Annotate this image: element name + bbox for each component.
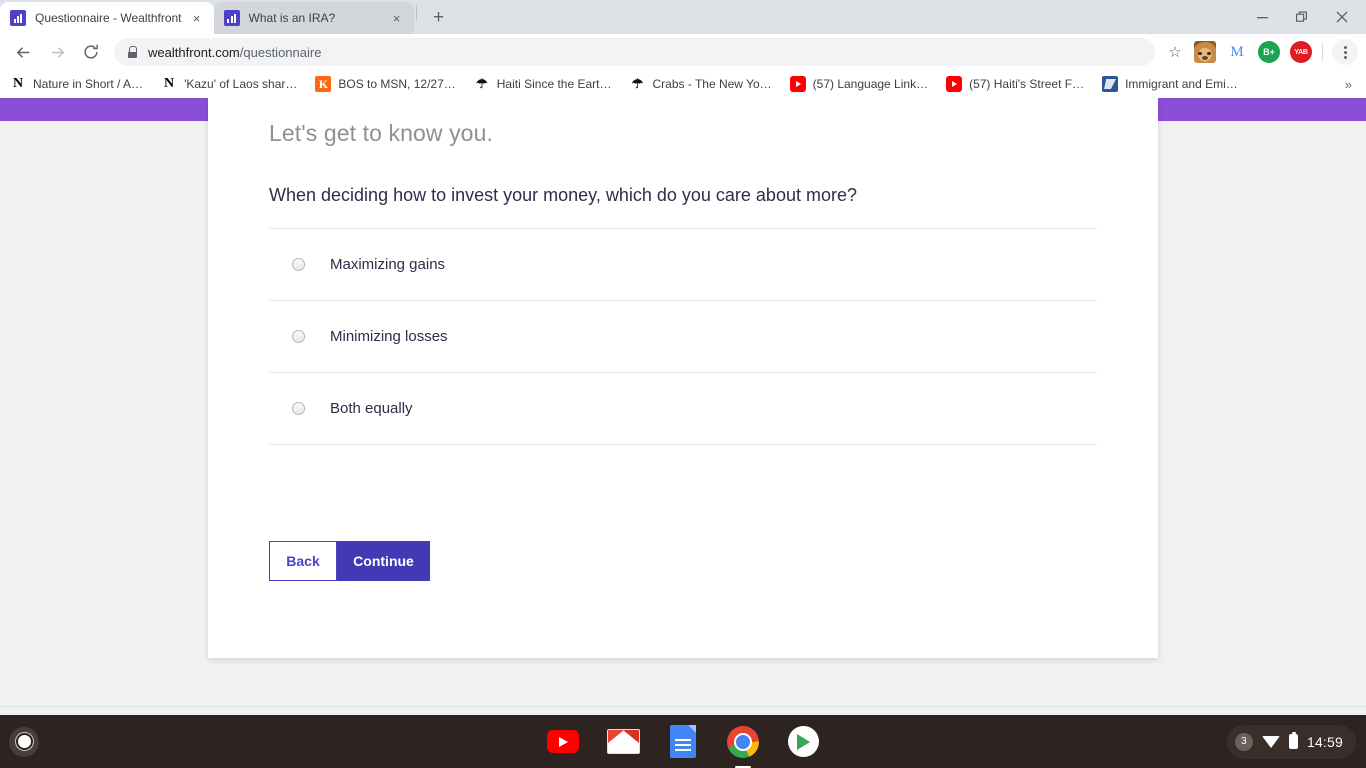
tab-title: What is an IRA?	[248, 11, 336, 25]
bookmark-item[interactable]: (57) Language Link…	[789, 76, 929, 92]
browser-window: Questionnaire - Wealthfront × What is an…	[0, 0, 1366, 715]
newyorker-icon: ☂	[629, 76, 646, 92]
clock: 14:59	[1306, 733, 1343, 750]
tab-close-icon[interactable]: ×	[188, 9, 206, 27]
bookmark-label: BOS to MSN, 12/27…	[338, 77, 456, 91]
window-controls	[1242, 0, 1366, 34]
toolbar-separator	[1322, 43, 1323, 61]
wealthfront-favicon-icon	[223, 10, 240, 26]
bookmark-item[interactable]: (57) Haiti's Street F…	[946, 76, 1084, 92]
back-button[interactable]: Back	[269, 541, 337, 581]
launcher-button[interactable]	[9, 726, 39, 757]
system-tray[interactable]: 3 14:59	[1226, 724, 1356, 759]
question-text: When deciding how to invest your money, …	[269, 185, 857, 205]
battery-icon	[1288, 731, 1298, 749]
m-extension-icon[interactable]: M	[1226, 41, 1248, 63]
tab-questionnaire[interactable]: Questionnaire - Wealthfront ×	[0, 2, 214, 34]
newyorker-icon: ☂	[473, 76, 490, 92]
tab-title: Questionnaire - Wealthfront	[35, 11, 182, 25]
url-host: wealthfront.com	[148, 44, 240, 60]
doge-extension-icon[interactable]	[1194, 41, 1216, 63]
bookmark-item[interactable]: N Nature in Short / A…	[10, 76, 143, 92]
url-path: /questionnaire	[239, 44, 322, 60]
bookmark-label: Nature in Short / A…	[33, 77, 144, 91]
system-shelf: 3 14:59	[0, 715, 1366, 768]
option-row[interactable]: Minimizing losses	[269, 301, 1097, 373]
tab-separator	[415, 5, 417, 21]
page-divider	[0, 706, 1366, 707]
radio-button[interactable]	[292, 258, 305, 271]
questionnaire-card: Let's get to know you. When deciding how…	[208, 98, 1158, 658]
forward-icon	[42, 37, 72, 67]
new-tab-button[interactable]: +	[425, 3, 453, 31]
youtube-icon	[946, 76, 963, 92]
gmail-app-icon[interactable]	[606, 725, 640, 759]
reload-icon[interactable]	[76, 37, 106, 67]
radio-button[interactable]	[292, 402, 305, 415]
bookmarks-overflow-icon[interactable]: »	[1345, 77, 1356, 92]
option-row[interactable]: Maximizing gains	[269, 229, 1097, 301]
bookmarks-bar: N Nature in Short / A… N 'Kazu' of Laos …	[0, 70, 1366, 98]
action-buttons: Back Continue	[269, 445, 1097, 581]
bookmark-label: Immigrant and Emi…	[1125, 77, 1238, 91]
radio-button[interactable]	[292, 330, 305, 343]
notification-badge[interactable]: 3	[1234, 732, 1253, 751]
youtube-app-icon[interactable]	[546, 725, 580, 759]
option-label: Both equally	[330, 400, 413, 417]
tab-strip: Questionnaire - Wealthfront × What is an…	[0, 0, 1366, 34]
back-icon[interactable]	[8, 37, 38, 67]
yab-extension-icon[interactable]: YAB	[1290, 41, 1312, 63]
close-icon[interactable]	[1322, 1, 1362, 33]
kayak-icon: K	[315, 76, 332, 92]
b-plus-extension-icon[interactable]: B+	[1258, 41, 1280, 63]
page-viewport: Let's get to know you. When deciding how…	[0, 98, 1366, 715]
bookmark-item[interactable]: ☂ Crabs - The New Yo…	[629, 76, 772, 92]
bookmark-item[interactable]: K BOS to MSN, 12/27…	[315, 76, 456, 92]
browser-toolbar: wealthfront.com/questionnaire ☆ M B+ YAB	[0, 34, 1366, 70]
options-list: Maximizing gains Minimizing losses Both …	[269, 228, 1097, 445]
nyt-icon: N	[161, 76, 178, 92]
bookmark-label: 'Kazu' of Laos shar…	[184, 77, 298, 91]
bookmark-label: Haiti Since the Eart…	[496, 77, 612, 91]
launcher-icon	[17, 735, 31, 748]
wifi-icon	[1261, 735, 1280, 748]
bookmark-item[interactable]: Immigrant and Emi…	[1102, 76, 1238, 92]
youtube-icon	[789, 76, 806, 92]
lock-icon	[126, 46, 138, 58]
bookmark-label: Crabs - The New Yo…	[652, 77, 772, 91]
option-label: Maximizing gains	[330, 256, 446, 273]
google-play-app-icon[interactable]	[786, 725, 820, 759]
tab-what-is-an-ira[interactable]: What is an IRA? ×	[213, 2, 414, 34]
google-docs-app-icon[interactable]	[666, 725, 700, 759]
shelf-app-list	[546, 725, 820, 768]
bookmark-label: (57) Haiti's Street F…	[969, 77, 1085, 91]
maximize-restore-icon[interactable]	[1282, 1, 1322, 33]
tab-close-icon[interactable]: ×	[388, 9, 406, 27]
active-app-indicator	[735, 765, 751, 768]
continue-button[interactable]: Continue	[337, 541, 430, 581]
bookmark-label: (57) Language Link…	[812, 77, 929, 91]
chrome-app-icon[interactable]	[726, 725, 760, 768]
blue-doc-icon	[1102, 76, 1119, 92]
bookmark-item[interactable]: N 'Kazu' of Laos shar…	[161, 76, 297, 92]
address-bar[interactable]: wealthfront.com/questionnaire	[114, 38, 1155, 66]
bookmark-item[interactable]: ☂ Haiti Since the Eart…	[473, 76, 612, 92]
page-title: Let's get to know you.	[269, 120, 493, 146]
nyt-icon: N	[10, 76, 26, 92]
bookmark-star-icon[interactable]: ☆	[1161, 38, 1189, 66]
option-label: Minimizing losses	[330, 328, 448, 345]
wealthfront-favicon-icon	[10, 10, 26, 26]
option-row[interactable]: Both equally	[269, 373, 1097, 445]
kebab-menu-icon[interactable]	[1332, 39, 1358, 65]
minimize-icon[interactable]	[1242, 1, 1282, 33]
